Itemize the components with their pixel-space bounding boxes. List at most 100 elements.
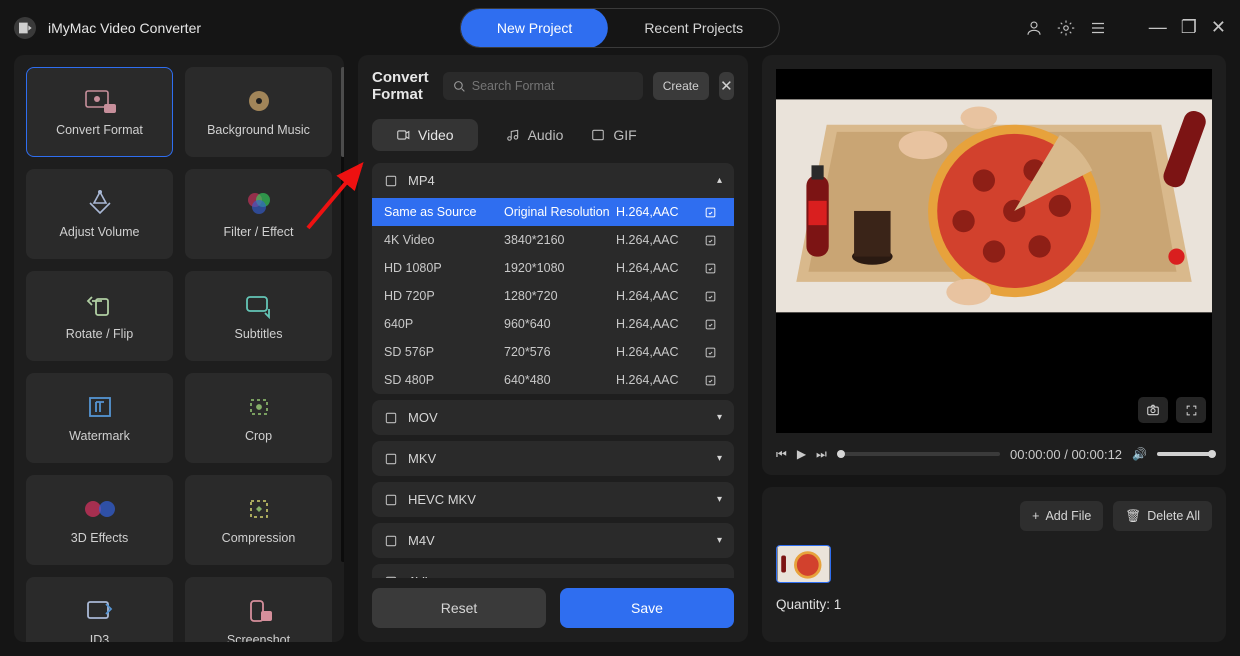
search-format-field[interactable] bbox=[443, 72, 643, 100]
add-file-button[interactable]: +Add File bbox=[1020, 501, 1103, 531]
edit-preset-icon[interactable] bbox=[704, 346, 722, 359]
format-header[interactable]: MKV▾ bbox=[372, 441, 734, 476]
convert-format-panel: Convert Format Create ✕ Video Audio GIF … bbox=[358, 55, 748, 642]
menu-icon[interactable] bbox=[1089, 19, 1107, 37]
video-canvas[interactable] bbox=[776, 69, 1212, 433]
volume-icon[interactable]: 🔊 bbox=[1132, 447, 1147, 461]
create-format-button[interactable]: Create bbox=[653, 72, 709, 100]
tab-video[interactable]: Video bbox=[372, 119, 478, 151]
window-close-icon[interactable]: ✕ bbox=[1211, 17, 1226, 38]
tool-crop[interactable]: Crop bbox=[185, 373, 332, 463]
fullscreen-button[interactable] bbox=[1176, 397, 1206, 423]
next-button[interactable]: ⏭ bbox=[816, 447, 827, 462]
format-header[interactable]: MOV▾ bbox=[372, 400, 734, 435]
edit-preset-icon[interactable] bbox=[704, 318, 722, 331]
tool-convert[interactable]: Convert Format bbox=[26, 67, 173, 157]
tool-id3[interactable]: ID3 bbox=[26, 577, 173, 642]
play-button[interactable]: ▶ bbox=[797, 447, 806, 461]
format-header[interactable]: M4V▾ bbox=[372, 523, 734, 558]
tool-label: Screenshot bbox=[227, 633, 290, 642]
preset-codec: H.264,AAC bbox=[616, 289, 704, 303]
window-minimize-icon[interactable]: — bbox=[1149, 17, 1167, 38]
tool-label: Subtitles bbox=[235, 327, 283, 341]
crop-icon bbox=[239, 393, 279, 421]
volume-slider[interactable] bbox=[1157, 452, 1212, 456]
edit-preset-icon[interactable] bbox=[704, 206, 722, 219]
save-button[interactable]: Save bbox=[560, 588, 734, 628]
format-icon bbox=[384, 534, 398, 548]
format-icon bbox=[384, 452, 398, 466]
edit-preset-icon[interactable] bbox=[704, 234, 722, 247]
format-group-mov: MOV▾ bbox=[372, 400, 734, 435]
preset-codec: H.264,AAC bbox=[616, 205, 704, 219]
file-thumbnail[interactable] bbox=[776, 545, 831, 583]
preset-resolution: 640*480 bbox=[504, 373, 616, 387]
format-row[interactable]: SD 480P640*480H.264,AAC bbox=[372, 366, 734, 394]
format-row[interactable]: HD 720P1280*720H.264,AAC bbox=[372, 282, 734, 310]
tab-audio[interactable]: Audio bbox=[506, 127, 564, 143]
titlebar-actions: — ❐ ✕ bbox=[1025, 17, 1226, 38]
format-row[interactable]: 640P960*640H.264,AAC bbox=[372, 310, 734, 338]
format-row[interactable]: Same as SourceOriginal ResolutionH.264,A… bbox=[372, 198, 734, 226]
tab-gif[interactable]: GIF bbox=[591, 127, 636, 143]
format-header[interactable]: MP4▴ bbox=[372, 163, 734, 198]
preset-name: SD 480P bbox=[384, 373, 504, 387]
tool-filter[interactable]: Filter / Effect bbox=[185, 169, 332, 259]
tool-volume[interactable]: Adjust Volume bbox=[26, 169, 173, 259]
music-icon bbox=[239, 87, 279, 115]
video-icon bbox=[396, 128, 410, 142]
format-row[interactable]: 4K Video3840*2160H.264,AAC bbox=[372, 226, 734, 254]
id3-icon bbox=[80, 597, 120, 625]
new-project-button[interactable]: New Project bbox=[461, 8, 608, 48]
delete-all-button[interactable]: 🗑Delete All bbox=[1113, 501, 1212, 531]
tool-subtitles[interactable]: Subtitles bbox=[185, 271, 332, 361]
seek-slider[interactable] bbox=[837, 452, 1000, 456]
format-header[interactable]: AVI▾ bbox=[372, 564, 734, 578]
format-row[interactable]: SD 576P720*576H.264,AAC bbox=[372, 338, 734, 366]
account-icon[interactable] bbox=[1025, 19, 1043, 37]
format-icon bbox=[384, 174, 398, 188]
recent-projects-button[interactable]: Recent Projects bbox=[608, 8, 779, 48]
chevron-down-icon: ▾ bbox=[717, 494, 722, 505]
preset-resolution: 720*576 bbox=[504, 345, 616, 359]
window-maximize-icon[interactable]: ❐ bbox=[1181, 17, 1197, 38]
chevron-down-icon: ▾ bbox=[717, 412, 722, 423]
volume-icon bbox=[80, 189, 120, 217]
edit-preset-icon[interactable] bbox=[704, 290, 722, 303]
tool-screenshot[interactable]: Screenshot bbox=[185, 577, 332, 642]
edit-preset-icon[interactable] bbox=[704, 262, 722, 275]
prev-button[interactable]: ⏮ bbox=[776, 447, 787, 462]
tool-watermark[interactable]: Watermark bbox=[26, 373, 173, 463]
tool-panel-scrollbar[interactable] bbox=[341, 67, 344, 562]
preset-resolution: 960*640 bbox=[504, 317, 616, 331]
format-name: MP4 bbox=[408, 173, 435, 188]
edit-preset-icon[interactable] bbox=[704, 374, 722, 387]
preset-name: HD 720P bbox=[384, 289, 504, 303]
watermark-icon bbox=[80, 393, 120, 421]
preset-codec: H.264,AAC bbox=[616, 261, 704, 275]
format-group-avi: AVI▾ bbox=[372, 564, 734, 578]
tool-rotate[interactable]: Rotate / Flip bbox=[26, 271, 173, 361]
chevron-down-icon: ▾ bbox=[717, 453, 722, 464]
panel-title: Convert Format bbox=[372, 69, 433, 103]
file-quantity: Quantity: 1 bbox=[776, 597, 1212, 612]
filter-icon bbox=[239, 189, 279, 217]
search-format-input[interactable] bbox=[472, 79, 633, 93]
tool-3d[interactable]: 3D Effects bbox=[26, 475, 173, 565]
reset-button[interactable]: Reset bbox=[372, 588, 546, 628]
format-header[interactable]: HEVC MKV▾ bbox=[372, 482, 734, 517]
subtitles-icon bbox=[239, 291, 279, 319]
settings-icon[interactable] bbox=[1057, 19, 1075, 37]
snapshot-button[interactable] bbox=[1138, 397, 1168, 423]
tool-music[interactable]: Background Music bbox=[185, 67, 332, 157]
close-panel-button[interactable]: ✕ bbox=[719, 72, 734, 100]
rotate-icon bbox=[80, 291, 120, 319]
format-row[interactable]: HD 1080P1920*1080H.264,AAC bbox=[372, 254, 734, 282]
tool-label: Adjust Volume bbox=[60, 225, 140, 239]
tool-compress[interactable]: Compression bbox=[185, 475, 332, 565]
tool-label: Rotate / Flip bbox=[66, 327, 133, 341]
audio-icon bbox=[506, 128, 520, 142]
preset-codec: H.264,AAC bbox=[616, 345, 704, 359]
app-title: iMyMac Video Converter bbox=[48, 20, 201, 36]
tool-label: Filter / Effect bbox=[224, 225, 294, 239]
